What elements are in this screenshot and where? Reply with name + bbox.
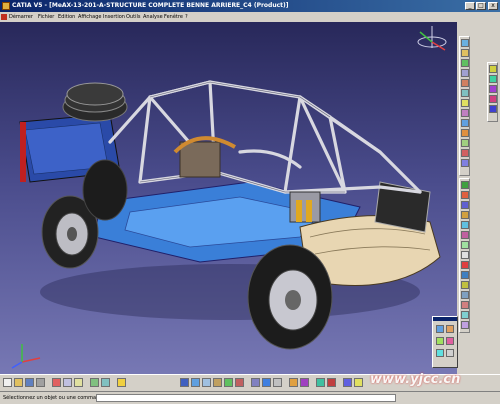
fit-all-icon[interactable] [191,378,200,387]
stop-manipulate-icon[interactable] [461,149,469,157]
distance-analysis-icon[interactable] [461,301,469,309]
palette-titlebar[interactable] [433,317,457,321]
replace-component-icon[interactable] [461,79,469,87]
product-icon[interactable] [461,39,469,47]
menu-help[interactable]: ? [185,12,188,22]
zoom-in-icon[interactable] [224,378,233,387]
menu-fenetre[interactable]: Fenêtre [164,12,183,22]
publication-icon[interactable] [489,95,497,103]
flexible-rigid-icon[interactable] [461,251,469,259]
command-input[interactable] [96,394,396,402]
status-prompt: Sélectionnez un objet ou une commande [3,395,106,401]
kinematics-icon[interactable] [436,337,444,345]
manipulation-icon[interactable] [461,119,469,127]
catalog-browser-icon[interactable] [489,65,497,73]
status-bar: Sélectionnez un objet ou une commande [0,391,500,404]
axis-triad [11,344,41,369]
menu-analyse[interactable]: Analyse [143,12,163,22]
3d-viewport[interactable] [0,22,457,374]
new-icon[interactable] [3,378,12,387]
measure-icon[interactable] [461,311,469,319]
front-wheel [247,244,333,350]
redo-icon[interactable] [101,378,110,387]
title-bar: CATIA V5 - [MeAX-13-201-A-STRUCTURE COMP… [0,0,500,12]
save-icon[interactable] [25,378,34,387]
watermark: www.yjcc.cn [370,372,461,387]
swap-visible-space-icon[interactable] [300,378,309,387]
update-icon[interactable] [461,159,469,167]
fly-mode-icon[interactable] [180,378,189,387]
copy-icon[interactable] [63,378,72,387]
menu-edition[interactable]: Edition [58,12,75,22]
undo-icon[interactable] [90,378,99,387]
hide-show-icon[interactable] [289,378,298,387]
coincidence-constraint-icon[interactable] [461,181,469,189]
menu-affichage[interactable]: Affichage [78,12,102,22]
contact-constraint-icon[interactable] [461,191,469,199]
window-title: CATIA V5 - [MeAX-13-201-A-STRUCTURE COMP… [12,2,289,9]
menu-insertion[interactable]: Insertion [103,12,125,22]
render-icon[interactable] [343,378,352,387]
clash-icon[interactable] [461,281,469,289]
fix-component-icon[interactable] [461,221,469,229]
change-constraint-icon[interactable] [461,261,469,269]
part-icon[interactable] [461,49,469,57]
angle-constraint-icon[interactable] [461,211,469,219]
toolbar-constraints [459,178,470,333]
snap-icon[interactable] [461,129,469,137]
multi-instantiation-icon[interactable] [461,109,469,117]
space-analysis-icon[interactable] [446,325,454,333]
paste-icon[interactable] [74,378,83,387]
graph-tree-reordering-icon[interactable] [461,89,469,97]
close-button[interactable]: x [488,2,498,10]
rotate-icon[interactable] [213,378,222,387]
generative-icon[interactable] [436,325,444,333]
maximize-button[interactable]: □ [476,2,486,10]
toolbar-secondary [487,62,498,122]
pan-icon[interactable] [202,378,211,387]
menu-fichier[interactable]: Fichier [38,12,54,22]
annotation-icon[interactable] [489,75,497,83]
reuse-pattern-icon[interactable] [461,271,469,279]
compass-widget [417,26,447,51]
dmu-icon[interactable] [446,337,454,345]
offset-constraint-icon[interactable] [461,201,469,209]
start-icon[interactable] [1,14,7,20]
iso-view-icon[interactable] [262,378,271,387]
zoom-out-icon[interactable] [235,378,244,387]
normal-view-icon[interactable] [251,378,260,387]
quick-constraint-icon[interactable] [461,241,469,249]
menu-demarrer[interactable]: Démarrer [9,12,33,22]
floating-tool-palette[interactable] [432,316,458,368]
fitting-icon[interactable] [436,349,444,357]
sectioning-icon[interactable] [461,291,469,299]
shading-icon[interactable] [273,378,282,387]
specifications-icon[interactable] [316,378,325,387]
right-toolbar-area [457,22,500,374]
bill-of-material-icon[interactable] [461,321,469,329]
menu-outils[interactable]: Outils [126,12,140,22]
toolbar-assembly-design [459,36,470,176]
explode-icon[interactable] [461,139,469,147]
catia-app-icon[interactable] [2,2,10,10]
weld-icon[interactable] [489,85,497,93]
minimize-button[interactable]: _ [465,2,475,10]
cut-icon[interactable] [52,378,61,387]
material-icon[interactable] [354,378,363,387]
vehicle-model-render [11,26,447,369]
navigator-icon[interactable] [446,349,454,357]
component-icon[interactable] [461,59,469,67]
open-icon[interactable] [14,378,23,387]
compass-toggle-icon[interactable] [327,378,336,387]
existing-component-icon[interactable] [461,69,469,77]
fix-together-icon[interactable] [461,231,469,239]
print-icon[interactable] [36,378,45,387]
generate-numbering-icon[interactable] [461,99,469,107]
scene-icon[interactable] [489,105,497,113]
whats-this-icon[interactable] [117,378,126,387]
